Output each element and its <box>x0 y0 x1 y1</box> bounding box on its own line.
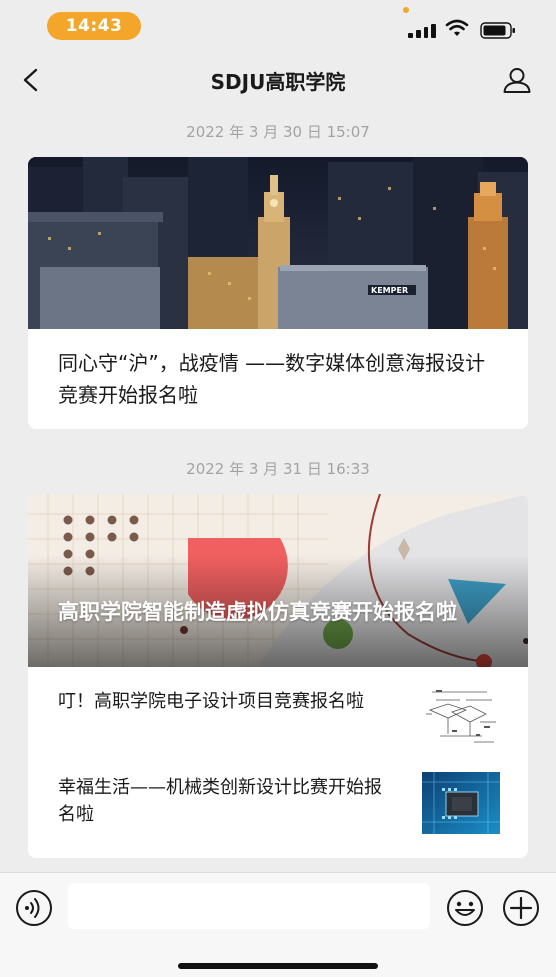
battery-icon <box>480 22 515 39</box>
message-timestamp: 2022 年 3 月 30 日 15:07 <box>186 123 370 141</box>
chat-input-bar <box>0 872 556 977</box>
message-input[interactable] <box>68 883 430 929</box>
sub-article-item[interactable]: 幸福生活——机械类创新设计比赛开始报名啦 <box>28 770 528 850</box>
article-title: 同心守“沪”，战疫情 ——数字媒体创意海报设计竞赛开始报名啦 <box>58 351 486 407</box>
chip-board-icon <box>422 772 500 834</box>
wifi-icon <box>445 19 469 36</box>
voice-icon[interactable] <box>15 889 53 927</box>
page-title: SDJU高职学院 <box>210 70 346 94</box>
recording-indicator-dot <box>403 7 409 13</box>
navigation-bar: SDJU高职学院 <box>0 56 556 104</box>
circuit-diagram-icon <box>422 686 500 748</box>
main-article-cover[interactable]: 高职学院智能制造虚拟仿真竞赛开始报名啦 <box>28 494 528 667</box>
article-card[interactable]: KEMPER 同心守“沪”，战疫情 ——数字媒体创意海报设计竞赛开始报名啦 <box>28 157 528 429</box>
sub-article-title: 叮！高职学院电子设计项目竞赛报名啦 <box>58 691 364 712</box>
status-bar: 14:43 <box>0 0 556 50</box>
message-timestamp: 2022 年 3 月 31 日 16:33 <box>186 460 370 478</box>
article-cover-image: KEMPER <box>28 157 528 329</box>
main-article-title: 高职学院智能制造虚拟仿真竞赛开始报名啦 <box>58 600 457 624</box>
article-group-card: 高职学院智能制造虚拟仿真竞赛开始报名啦 叮！高职学院电子设计项目竞赛报名啦 幸福… <box>28 494 528 858</box>
sub-article-title: 幸福生活——机械类创新设计比赛开始报名啦 <box>58 777 382 825</box>
building-sign-text: KEMPER <box>371 286 408 295</box>
plus-icon[interactable] <box>502 889 540 927</box>
cellular-signal-icon <box>408 22 436 38</box>
wechat-official-account-page: 14:43 SDJU高职学院 2022 年 3 月 30 日 15:07 KEM… <box>0 0 556 977</box>
status-time: 14:43 <box>47 12 141 40</box>
profile-icon[interactable] <box>502 66 532 94</box>
home-indicator[interactable] <box>178 963 378 969</box>
sub-article-item[interactable]: 叮！高职学院电子设计项目竞赛报名啦 <box>28 684 528 764</box>
emoji-icon[interactable] <box>446 889 484 927</box>
